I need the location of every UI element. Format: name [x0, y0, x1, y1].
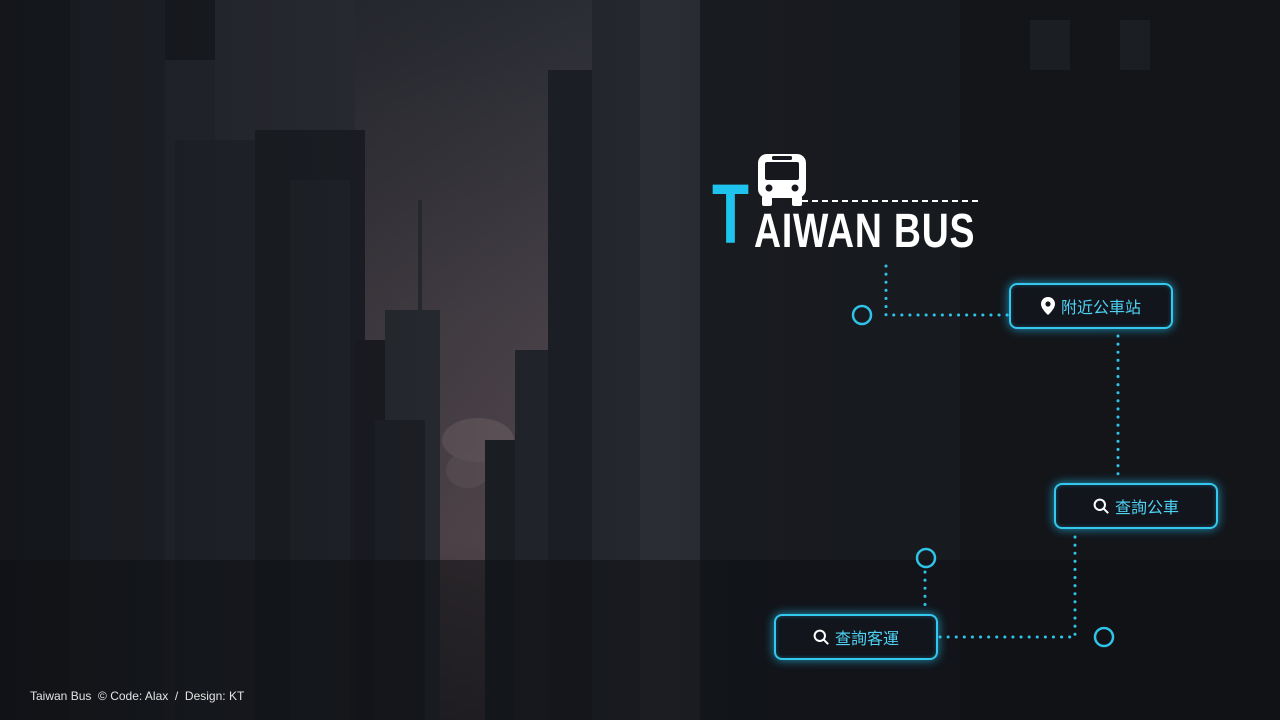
logo-dashed-line [802, 200, 978, 202]
nearby-bus-stops-label: 附近公車站 [1060, 298, 1141, 317]
taiwan-bus-logo: T AIWAN BUS [706, 150, 996, 260]
logo-initial: T [712, 167, 749, 261]
city-background-image [0, 0, 1280, 720]
search-bus-button[interactable]: 查詢公車 [1054, 483, 1218, 529]
search-icon [1093, 498, 1109, 514]
search-bus-label: 查詢公車 [1114, 498, 1179, 517]
search-icon [813, 629, 829, 645]
footer-credits: Taiwan Bus © Code: Alax / Design: KT [30, 689, 245, 703]
nearby-bus-stops-button[interactable]: 附近公車站 [1009, 283, 1173, 329]
logo-text: AIWAN BUS [754, 205, 976, 258]
search-coach-button[interactable]: 查詢客運 [774, 614, 938, 660]
map-pin-icon [1040, 297, 1055, 315]
bus-icon [758, 154, 806, 206]
search-coach-label: 查詢客運 [834, 629, 899, 648]
